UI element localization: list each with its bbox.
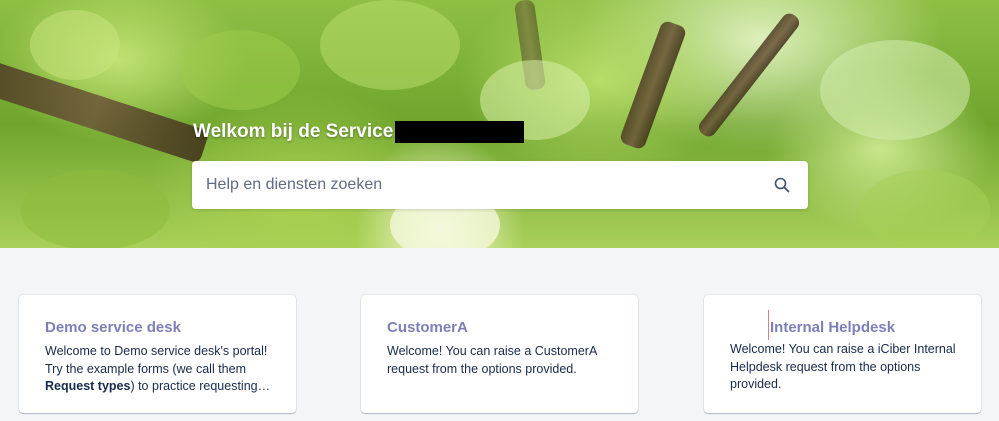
foliage-decoration (820, 40, 970, 140)
foliage-decoration (20, 170, 170, 248)
card-title[interactable]: Demo service desk (45, 319, 181, 336)
tree-trunk-decoration (618, 19, 688, 151)
card-description-text: Welcome to Demo service desk's portal! T… (45, 344, 268, 376)
foliage-decoration (30, 10, 120, 80)
card-title[interactable]: Internal Helpdesk (770, 319, 895, 336)
card-description: Welcome! You can raise a iCiber Internal… (730, 342, 956, 391)
card-description-bold: Request types (45, 379, 131, 393)
tree-trunk-decoration (695, 10, 803, 140)
foliage-decoration (860, 170, 990, 248)
tree-trunk-decoration (0, 60, 210, 164)
hero-banner: Welkom bij de Service D (0, 0, 999, 248)
card-description-text: ) to practice requesting… (130, 379, 271, 393)
portal-card-demo-service-desk[interactable]: Demo service desk Welcome to Demo servic… (19, 295, 296, 413)
portal-card-customera[interactable]: CustomerA Welcome! You can raise a Custo… (361, 295, 638, 413)
foliage-decoration (180, 30, 300, 110)
search-input[interactable] (192, 161, 766, 209)
card-description: Welcome! You can raise a CustomerA reque… (387, 344, 597, 376)
text-cursor (768, 310, 769, 340)
redaction-bar (395, 121, 524, 143)
card-title[interactable]: CustomerA (387, 319, 468, 336)
portal-card-internal-helpdesk[interactable]: Internal Helpdesk Welcome! You can raise… (704, 295, 981, 413)
page-title: Welkom bij de Service D (193, 121, 413, 142)
search-bar[interactable] (192, 161, 808, 209)
card-description: Welcome to Demo service desk's portal! T… (45, 343, 280, 396)
search-icon[interactable] (774, 177, 790, 193)
foliage-decoration (320, 0, 460, 90)
